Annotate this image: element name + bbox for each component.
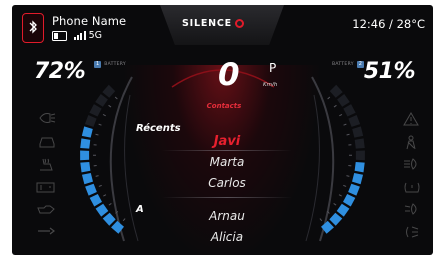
tire-pressure-icon (404, 182, 420, 193)
oil-can-icon (37, 205, 55, 214)
seatbelt-icon (406, 135, 416, 150)
left-gauge-segment (81, 126, 93, 138)
headlight-icon (39, 113, 56, 123)
contact-item-alicia[interactable]: Alicia (172, 230, 282, 244)
right-battery-label: BATTERY 2 (332, 61, 364, 68)
left-gauge-tick (98, 123, 102, 126)
signal-icon (74, 31, 86, 40)
left-gauge-segment (102, 84, 116, 98)
section-label-recents: Récents (136, 123, 181, 134)
time-temperature: 12:46 / 28°C (352, 17, 425, 31)
left-battery-text: BATTERY (104, 62, 126, 67)
right-battery-chip: 2 (356, 61, 364, 68)
right-gauge-segment (355, 150, 365, 161)
right-gauge-segment (343, 104, 356, 117)
screen: Phone Name 5G SILENCE 12:46 / 28°C 72% 1… (0, 0, 433, 259)
contacts-title: Contacts (206, 102, 242, 110)
left-gauge-tick (102, 113, 106, 117)
fog-light-icon (404, 203, 417, 215)
phone-battery-icon (52, 30, 67, 41)
right-gauge-tick (346, 133, 350, 136)
speed-value: 0 (218, 57, 240, 93)
left-battery-chip: 1 (94, 61, 102, 68)
left-gauge-tick (95, 133, 99, 136)
right-gauge-segment (348, 114, 361, 127)
right-gauge-segment (352, 126, 364, 138)
left-gauge-segment (80, 150, 90, 161)
bluetooth-button[interactable] (22, 13, 44, 43)
right-gauge-inner-arc (305, 94, 320, 242)
right-gauge-tick (343, 184, 347, 187)
right-gauge-segment (354, 138, 365, 149)
right-gauge-tick (333, 104, 337, 108)
left-gauge-segment (81, 172, 93, 185)
right-gauge-tick (346, 175, 350, 177)
car-front-icon (39, 137, 55, 148)
section-divider (162, 197, 292, 198)
contact-item-carlos[interactable]: Carlos (172, 176, 282, 190)
left-gauge-tick (103, 194, 107, 197)
dashboard-panel: Phone Name 5G SILENCE 12:46 / 28°C 72% 1… (12, 5, 433, 255)
speed-unit: Km/h (263, 82, 278, 88)
right-gauge-segment (336, 203, 350, 217)
bluetooth-icon (29, 20, 37, 34)
left-battery-percent: 72% (34, 59, 86, 84)
right-gauge-tick (333, 203, 337, 206)
wrench-icon (38, 227, 55, 235)
brand-name: SILENCE (182, 18, 232, 29)
left-gauge-tick (114, 96, 118, 100)
left-gauge-segment (95, 93, 108, 107)
warning-triangle-icon (403, 112, 419, 126)
left-gauge-tick (95, 175, 99, 177)
section-label-a: A (136, 204, 144, 215)
right-gauge-tick (319, 218, 323, 222)
right-gauge-segment (343, 194, 356, 207)
left-gauge-tick (122, 218, 126, 222)
brand-ring-icon (234, 19, 244, 28)
left-gauge-segment (85, 183, 97, 196)
gear-indicator: P (269, 61, 277, 75)
contact-item-javi[interactable]: Javi (172, 134, 282, 149)
status-bar: Phone Name 5G SILENCE 12:46 / 28°C (12, 5, 433, 53)
right-gauge-tick (339, 113, 343, 117)
left-gauge-inner-arc (124, 94, 139, 242)
left-gauge-segment (102, 212, 116, 226)
right-gauge-segment (329, 84, 343, 98)
right-gauge-segment (329, 212, 343, 226)
right-battery-text: BATTERY (332, 62, 354, 67)
phone-name: Phone Name (52, 14, 127, 28)
brand-logo: SILENCE (182, 18, 244, 29)
right-gauge-segment (354, 161, 365, 173)
right-gauge-segment (352, 172, 364, 185)
right-gauge-segment (348, 183, 360, 196)
left-gauge-segment (80, 161, 91, 173)
battery-warning-icon (36, 182, 55, 193)
left-gauge-segment (80, 138, 91, 149)
left-gauge-segment (95, 203, 109, 217)
right-battery-percent: 51% (363, 59, 416, 84)
left-battery-label: 1 BATTERY (94, 61, 126, 68)
phone-status: 5G (52, 30, 102, 41)
contact-item-arnau[interactable]: Arnau (172, 209, 282, 223)
right-gauge-tick (343, 123, 347, 126)
high-beam-icon (404, 158, 417, 170)
network-type: 5G (88, 30, 102, 41)
right-gauge-tick (338, 194, 342, 197)
low-beam-icon (406, 226, 419, 238)
left-gauge-tick (98, 184, 102, 187)
left-gauge-tick (108, 203, 112, 206)
right-gauge-segment (337, 93, 350, 107)
selection-divider (162, 150, 292, 151)
right-gauge-tick (327, 96, 331, 100)
left-gauge-segment (89, 194, 102, 207)
seat-heat-icon (40, 158, 53, 171)
left-gauge-segment (84, 114, 97, 127)
left-gauge-tick (108, 104, 112, 108)
left-gauge-segment (89, 104, 102, 117)
contact-item-marta[interactable]: Marta (172, 155, 282, 169)
